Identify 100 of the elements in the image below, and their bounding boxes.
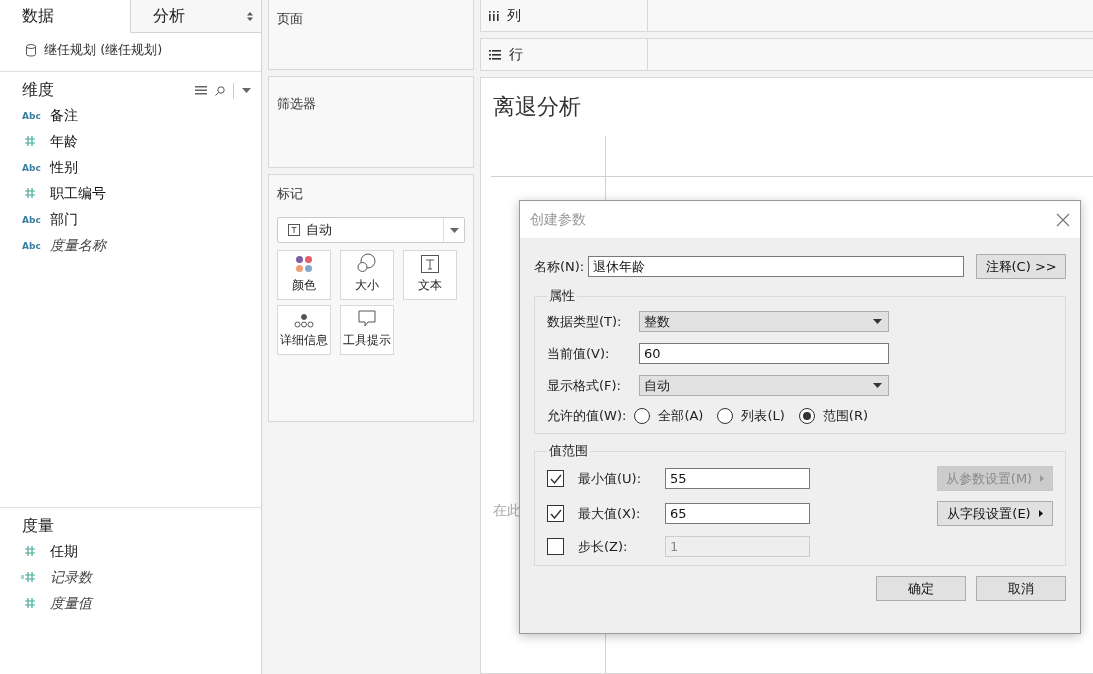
field-name: 度量值 xyxy=(50,595,92,613)
sheet-title: 离退分析 xyxy=(492,93,582,121)
shelf-title: 筛选器 xyxy=(277,95,317,113)
close-icon[interactable] xyxy=(1056,212,1070,227)
field-name: 记录数 xyxy=(50,569,92,587)
comment-button[interactable]: 注释(C) >> xyxy=(976,254,1066,279)
field-item[interactable]: 职工编号 xyxy=(0,181,261,207)
string-type-label: Abc xyxy=(22,163,41,173)
panel-tab[interactable]: 分析 xyxy=(130,0,261,33)
dropdown-value: 整数 xyxy=(644,312,670,331)
section-title: 度量 xyxy=(22,516,54,537)
field-item[interactable]: 任期 xyxy=(0,539,261,565)
caret-icon xyxy=(873,383,882,388)
current-value-input[interactable]: 60 xyxy=(639,343,889,364)
speech-bubble-icon xyxy=(358,310,376,328)
radio-button[interactable] xyxy=(717,408,734,424)
arrow-right-icon xyxy=(1040,475,1045,482)
detail-dots-icon xyxy=(294,314,314,328)
field-item[interactable]: Abc 备注 xyxy=(0,103,261,129)
radio-button[interactable] xyxy=(634,408,651,424)
caret-icon xyxy=(449,227,459,233)
name-input[interactable]: 退休年龄 xyxy=(588,256,965,277)
mark-property-button[interactable]: 详细信息 xyxy=(277,305,331,355)
caret-icon xyxy=(242,88,251,93)
mark-property-button[interactable]: 大小 xyxy=(340,250,394,300)
radio-label: 全部(A) xyxy=(658,407,704,425)
caret-icon xyxy=(873,319,882,324)
number-type-icon xyxy=(25,546,35,556)
field-item[interactable]: 度量值 xyxy=(0,591,261,617)
field-item[interactable]: 记录数 xyxy=(0,565,261,591)
list-view-icon[interactable] xyxy=(195,86,207,95)
checkbox-label: 最大值(X): xyxy=(578,504,642,523)
range-input[interactable]: 65 xyxy=(665,503,810,524)
mark-property-button[interactable]: 颜色 xyxy=(277,250,331,300)
text-icon xyxy=(288,224,300,236)
group-title: 值范围 xyxy=(548,442,589,460)
radio-label: 列表(L) xyxy=(741,407,785,425)
database-icon xyxy=(26,43,36,57)
checkbox-label: 最小值(U): xyxy=(578,469,643,488)
radio-label: 范围(R) xyxy=(822,407,868,425)
dialog-title: 创建参数 xyxy=(530,210,586,229)
mark-property-label: 详细信息 xyxy=(280,332,328,349)
field-label: 允许的值(W): xyxy=(547,407,627,425)
mark-type-dropdown[interactable]: 自动 xyxy=(277,217,465,243)
rows-icon xyxy=(489,49,501,60)
mark-property-label: 工具提示 xyxy=(343,332,391,349)
shelf-title: 页面 xyxy=(277,10,304,28)
columns-icon xyxy=(489,10,499,21)
number-type-icon xyxy=(25,136,35,146)
field-name: 年龄 xyxy=(50,133,78,151)
field-item[interactable]: Abc 部门 xyxy=(0,207,261,233)
section-title: 维度 xyxy=(22,80,54,101)
datasource-name: 继任规划 (继任规划) xyxy=(44,41,163,59)
field-name: 备注 xyxy=(50,107,78,125)
data-type-dropdown[interactable]: 整数 xyxy=(639,311,889,332)
field-label: 名称(N): xyxy=(534,257,585,276)
radio-button[interactable] xyxy=(798,408,815,424)
field-item[interactable]: 年龄 xyxy=(0,129,261,155)
sort-arrows-icon xyxy=(247,11,253,21)
search-icon[interactable] xyxy=(215,85,225,96)
string-type-label: Abc xyxy=(22,215,41,225)
calculated-number-icon xyxy=(21,572,35,582)
set-range-button[interactable]: 从字段设置(E) xyxy=(937,501,1053,526)
mark-type: 自动 xyxy=(306,221,333,239)
string-type-label: Abc xyxy=(22,111,41,121)
mark-property-label: 大小 xyxy=(355,277,379,294)
shelf-title: 标记 xyxy=(277,185,304,203)
tab-label: 分析 xyxy=(153,5,185,27)
text-icon xyxy=(421,255,439,273)
format-dropdown[interactable]: 自动 xyxy=(639,375,889,396)
field-name: 职工编号 xyxy=(50,185,106,203)
field-label: 显示格式(F): xyxy=(547,376,622,395)
arrow-right-icon xyxy=(1038,510,1043,517)
field-name: 度量名称 xyxy=(50,237,106,255)
field-name: 任期 xyxy=(50,543,78,561)
mark-property-button[interactable]: 工具提示 xyxy=(340,305,394,355)
field-label: 当前值(V): xyxy=(547,344,611,363)
color-dots-icon xyxy=(295,255,313,273)
number-type-icon xyxy=(25,598,35,608)
shelf-label: 行 xyxy=(509,45,523,64)
group-title: 属性 xyxy=(548,287,576,305)
cancel-button[interactable]: 取消 xyxy=(976,576,1066,601)
checkbox[interactable] xyxy=(547,470,564,487)
checkbox[interactable] xyxy=(547,505,564,522)
field-item[interactable]: Abc 度量名称 xyxy=(0,233,261,259)
shelf-label: 列 xyxy=(507,6,521,25)
field-label: 数据类型(T): xyxy=(547,312,623,331)
number-type-icon xyxy=(25,188,35,198)
dropdown-value: 自动 xyxy=(644,376,670,395)
mark-property-label: 文本 xyxy=(418,277,442,294)
mark-property-label: 颜色 xyxy=(292,277,316,294)
ok-button[interactable]: 确定 xyxy=(876,576,966,601)
checkbox-label: 步长(Z): xyxy=(578,537,629,556)
tab-label: 数据 xyxy=(22,6,54,27)
field-name: 性别 xyxy=(50,159,78,177)
range-input[interactable]: 55 xyxy=(665,468,810,489)
field-name: 部门 xyxy=(50,211,78,229)
field-item[interactable]: Abc 性别 xyxy=(0,155,261,181)
mark-property-button[interactable]: 文本 xyxy=(403,250,457,300)
string-type-label: Abc xyxy=(22,241,41,251)
